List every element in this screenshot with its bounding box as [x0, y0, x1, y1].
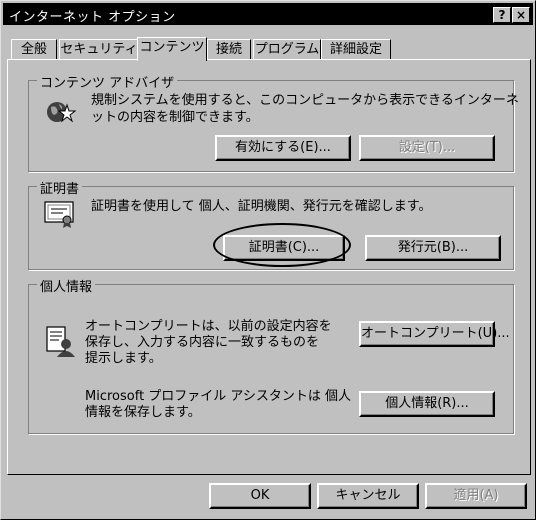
apply-button[interactable]: 適用(A): [425, 483, 527, 509]
close-button[interactable]: ×: [512, 7, 530, 23]
autocomplete-desc-1: オートコンプリートは、以前の設定内容を: [85, 319, 332, 334]
personal-info-title: 個人情報: [37, 276, 96, 295]
tab-security[interactable]: セキュリティ: [59, 39, 139, 59]
advisor-settings-button[interactable]: 設定(T)...: [359, 135, 495, 161]
certificates-desc: 証明書を使用して 個人、証明機関、発行元を確認します。: [91, 199, 432, 214]
content-advisor-icon: [45, 97, 77, 130]
tab-programs[interactable]: プログラム: [253, 39, 321, 59]
my-profile-button[interactable]: 個人情報(R)...: [359, 391, 495, 417]
help-button[interactable]: ?: [493, 7, 511, 23]
certificates-button[interactable]: 証明書(C)...: [223, 235, 345, 261]
tab-content[interactable]: コンテンツ: [137, 37, 207, 61]
tab-connections[interactable]: 接続: [207, 39, 251, 59]
publishers-button[interactable]: 発行元(B)...: [365, 235, 501, 261]
certificates-title: 証明書: [37, 178, 83, 197]
profile-assistant-desc-2: 情報を保存します。: [85, 405, 201, 420]
content-advisor-desc-2: ットの内容を制御できます。: [91, 110, 259, 125]
title-bar: インターネット オプション ? ×: [3, 3, 533, 25]
personal-info-group: 個人情報 オートコンプリートは、以前の設定内容を 保存し、入力する内容に一致する…: [28, 276, 514, 434]
content-tab-panel: コンテンツ アドバイザ 規制システムを使用すると、このコンピュータから表示できる…: [7, 59, 531, 475]
certificates-group: 証明書 証明書を使用して 個人、証明機関、発行元を確認します。 証明書(C)..…: [28, 178, 514, 270]
content-advisor-group: コンテンツ アドバイザ 規制システムを使用すると、このコンピュータから表示できる…: [28, 72, 519, 172]
cancel-button[interactable]: キャンセル: [317, 483, 419, 509]
internet-options-dialog: インターネット オプション ? × 全般 セキュリティ コンテンツ 接続 プログ…: [0, 0, 536, 520]
profile-assistant-desc-1: Microsoft プロファイル アシスタントは 個人: [85, 389, 352, 404]
window-title: インターネット オプション: [9, 10, 176, 25]
autocomplete-button[interactable]: オートコンプリート(U)...: [359, 321, 510, 347]
ok-button[interactable]: OK: [209, 483, 311, 509]
tab-general[interactable]: 全般: [11, 39, 57, 59]
certificate-icon: [43, 199, 77, 232]
enable-button[interactable]: 有効にする(E)...: [215, 135, 351, 161]
tab-advanced[interactable]: 詳細設定: [321, 39, 391, 59]
autocomplete-desc-3: 提示します。: [85, 351, 162, 366]
profile-icon: [45, 325, 75, 362]
content-advisor-desc-1: 規制システムを使用すると、このコンピュータから表示できるインターネ: [91, 93, 519, 108]
autocomplete-desc-2: 保存し、入力する内容に一致するものを: [85, 335, 320, 350]
content-advisor-title: コンテンツ アドバイザ: [37, 72, 178, 91]
